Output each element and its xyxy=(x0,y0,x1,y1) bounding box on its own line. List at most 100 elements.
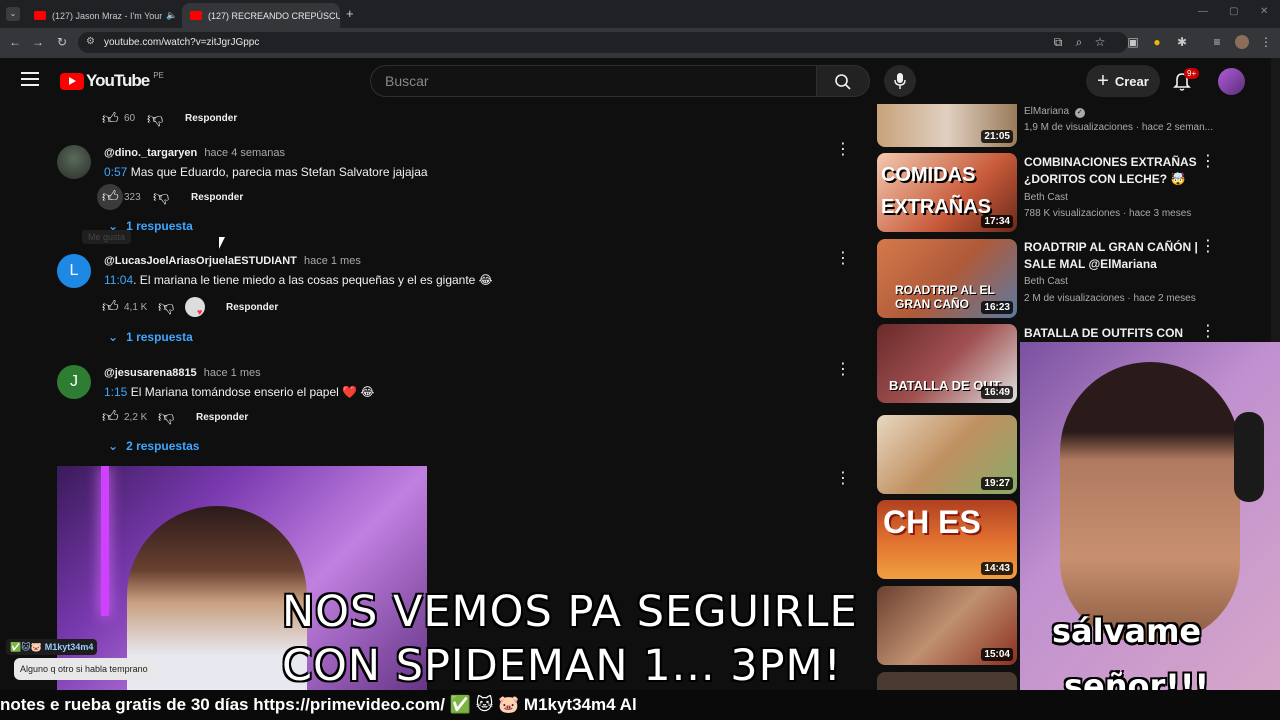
video-duration: 16:49 xyxy=(981,386,1013,399)
view-replies-button[interactable]: ⌄ 2 respuestas xyxy=(108,439,199,453)
like-icon[interactable]: 👍︎ xyxy=(102,188,119,207)
timestamp-link[interactable]: 1:15 xyxy=(104,385,127,399)
reply-button[interactable]: Responder xyxy=(191,192,243,203)
video-thumbnail[interactable]: 15:04 xyxy=(877,586,1017,665)
audio-icon[interactable]: 🔈 xyxy=(166,10,177,21)
youtube-favicon-icon xyxy=(34,11,46,20)
back-icon[interactable]: ← xyxy=(7,34,23,50)
reply-button[interactable]: Responder xyxy=(196,412,248,423)
youtube-logo[interactable]: YouTube PE xyxy=(60,71,164,91)
like-icon[interactable]: 👍︎ xyxy=(102,110,119,129)
plus-icon: + xyxy=(1097,70,1109,92)
channel-name[interactable]: Beth Cast xyxy=(1024,276,1068,287)
comment-author[interactable]: @dino._targaryen xyxy=(104,147,197,159)
video-title[interactable]: BATALLA DE OUTFITS CON xyxy=(1024,325,1204,342)
comment-date[interactable]: hace 1 mes xyxy=(204,367,261,379)
close-tab-icon[interactable]: ✕ xyxy=(177,10,178,21)
comment-menu-icon[interactable]: ⋮ xyxy=(835,142,851,158)
like-icon[interactable]: 👍︎ xyxy=(102,298,119,317)
video-thumbnail[interactable]: BATALLA DE OUT 16:49 xyxy=(877,324,1017,403)
channel-name[interactable]: Beth Cast xyxy=(1024,192,1068,203)
video-thumbnail[interactable]: 21:05 xyxy=(877,104,1017,147)
creator-heart-avatar: ♥ xyxy=(185,297,205,317)
stream-announcement: NOS VEMOS PA SEGUIRLE CON SPIDEMAN 1... … xyxy=(282,585,882,693)
browser-menu-icon[interactable]: ⋮ xyxy=(1258,34,1274,50)
profile-avatar[interactable] xyxy=(1235,35,1249,49)
window-minimize-icon[interactable]: — xyxy=(1198,6,1208,17)
commenter-avatar[interactable]: J xyxy=(57,365,91,399)
window-restore-icon[interactable]: ▢ xyxy=(1229,6,1238,17)
video-thumbnail[interactable]: CH ES 14:43 xyxy=(877,500,1017,579)
create-button[interactable]: + Crear xyxy=(1086,65,1160,97)
announcement-line-2: CON SPIDEMAN 1... 3PM! xyxy=(282,641,842,691)
reload-icon[interactable]: ↻ xyxy=(54,34,70,50)
comment-meta: @LucasJoelAriasOrjuelaESTUDIANT hace 1 m… xyxy=(104,255,361,267)
chat-message-bubble: Alguno q otro si habla temprano xyxy=(14,658,158,680)
view-replies-button[interactable]: ⌄ 1 respuesta xyxy=(108,330,193,344)
comment-author[interactable]: @LucasJoelAriasOrjuelaESTUDIANT xyxy=(104,255,297,267)
extensions-puzzle-icon[interactable]: ✱ xyxy=(1174,34,1190,50)
logo-text: YouTube xyxy=(86,71,150,90)
youtube-favicon-icon xyxy=(190,11,202,20)
cast-icon[interactable]: ⧉ xyxy=(1050,34,1066,50)
comment-menu-icon[interactable]: ⋮ xyxy=(835,251,851,267)
video-thumbnail[interactable]: COMIDAS EXTRAÑAS 17:34 xyxy=(877,153,1017,232)
replies-label: 1 respuesta xyxy=(126,219,193,233)
microphone-icon xyxy=(894,73,906,89)
dislike-icon[interactable]: 👎︎ xyxy=(153,188,169,207)
video-thumbnail[interactable]: ROADTRIP AL EL GRAN CAÑO 16:23 xyxy=(877,239,1017,318)
notification-badge: 9+ xyxy=(1184,68,1200,79)
video-thumbnail[interactable] xyxy=(877,672,1017,692)
commenter-avatar[interactable]: L xyxy=(57,254,91,288)
video-title[interactable]: COMBINACIONES EXTRAÑAS ¿DORITOS CON LECH… xyxy=(1024,154,1204,188)
search-button[interactable] xyxy=(817,65,870,97)
forward-icon[interactable]: → xyxy=(30,34,46,50)
like-icon[interactable]: 👍︎ xyxy=(102,408,119,427)
video-menu-icon[interactable]: ⋮ xyxy=(1200,239,1216,255)
search-input[interactable]: Buscar xyxy=(370,65,817,97)
site-info-icon[interactable]: ⚙ xyxy=(86,36,95,47)
voice-search-button[interactable] xyxy=(884,65,916,97)
comment-body: . El mariana le tiene miedo a las cosas … xyxy=(133,273,493,287)
timestamp-link[interactable]: 0:57 xyxy=(104,165,127,179)
dislike-icon[interactable]: 👎︎ xyxy=(147,110,163,129)
video-title[interactable]: ROADTRIP AL GRAN CAÑÓN | SALE MAL @ElMar… xyxy=(1024,239,1204,273)
zoom-icon[interactable]: ⌕ xyxy=(1071,34,1087,50)
account-avatar[interactable] xyxy=(1218,68,1245,95)
video-stats: 1,9 M de visualizaciones · hace 2 seman.… xyxy=(1024,122,1213,133)
comment-date[interactable]: hace 4 semanas xyxy=(204,147,285,159)
address-bar[interactable]: ⚙ youtube.com/watch?v=zitJgrJGppc xyxy=(78,32,1128,53)
comment-menu-icon[interactable]: ⋮ xyxy=(835,471,851,487)
replies-label: 1 respuesta xyxy=(126,330,193,344)
reply-button[interactable]: Responder xyxy=(226,302,278,313)
video-menu-icon[interactable]: ⋮ xyxy=(1200,154,1216,170)
bookmark-star-icon[interactable]: ☆ xyxy=(1092,34,1108,50)
commenter-avatar[interactable] xyxy=(57,145,91,179)
comment-date[interactable]: hace 1 mes xyxy=(304,255,361,267)
reading-list-icon[interactable]: ≡ xyxy=(1209,34,1225,50)
video-menu-icon[interactable]: ⋮ xyxy=(1200,324,1216,340)
comment-menu-icon[interactable]: ⋮ xyxy=(835,362,851,378)
youtube-play-icon xyxy=(60,72,84,90)
dislike-icon[interactable]: 👎︎ xyxy=(158,298,174,317)
hamburger-menu-icon[interactable] xyxy=(21,72,39,86)
timestamp-link[interactable]: 11:04 xyxy=(104,273,133,287)
extension-icon[interactable]: ▣ xyxy=(1125,34,1141,50)
comment-text: 11:04. El mariana le tiene miedo a las c… xyxy=(104,273,493,287)
tab-search-button[interactable]: ⌄ xyxy=(6,7,20,21)
tab-jason-mraz[interactable]: (127) Jason Mraz - I'm Your 🔈 ✕ xyxy=(26,3,178,28)
video-duration: 17:34 xyxy=(981,215,1013,228)
new-tab-button[interactable]: + xyxy=(346,6,354,21)
mouse-cursor-icon xyxy=(219,237,225,249)
notifications-button[interactable]: 9+ xyxy=(1172,68,1200,92)
extension-color-icon[interactable]: ● xyxy=(1149,34,1165,50)
channel-name[interactable]: ElMariana ✓ xyxy=(1024,106,1085,118)
webcam-overlay-right: sálvame señor!!! xyxy=(1020,342,1280,720)
url-text: youtube.com/watch?v=zitJgrJGppc xyxy=(104,37,260,48)
video-thumbnail[interactable]: 19:27 xyxy=(877,415,1017,494)
comment-author[interactable]: @jesusarena8815 xyxy=(104,367,197,379)
reply-button[interactable]: Responder xyxy=(185,113,237,124)
tab-recreando[interactable]: (127) RECREANDO CREPÚSCULO ✕ xyxy=(182,3,340,28)
dislike-icon[interactable]: 👎︎ xyxy=(158,408,174,427)
window-close-icon[interactable]: ✕ xyxy=(1260,6,1268,17)
